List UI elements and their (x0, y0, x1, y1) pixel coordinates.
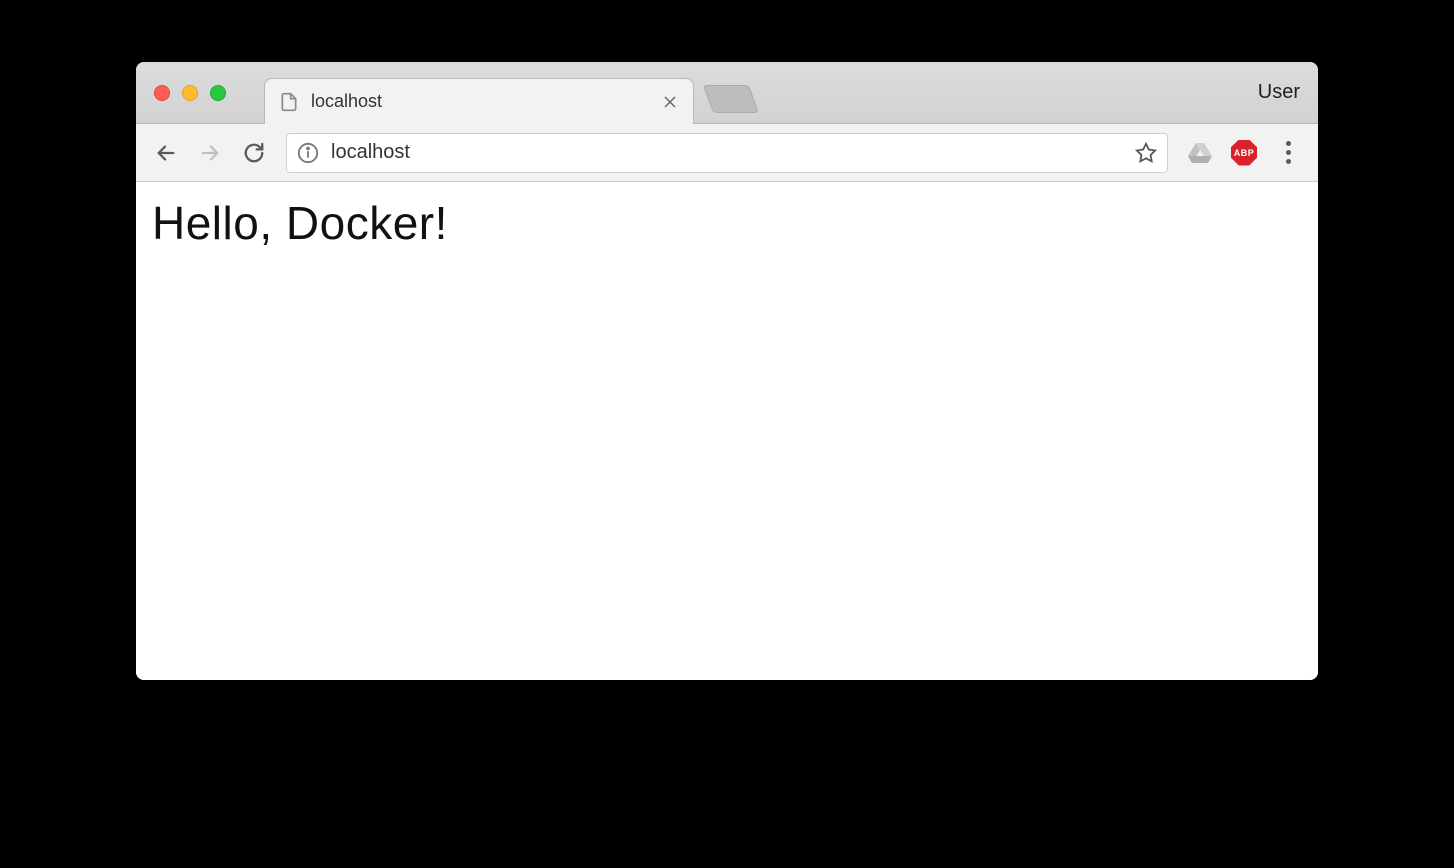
adblock-plus-extension-icon[interactable]: ABP (1230, 139, 1258, 167)
tab-bar: localhost User (136, 62, 1318, 124)
close-window-button[interactable] (154, 85, 170, 101)
google-drive-extension-icon[interactable] (1186, 139, 1214, 167)
page-content: Hello, Docker! (136, 182, 1318, 680)
address-bar[interactable] (286, 133, 1168, 173)
window-controls (136, 85, 226, 101)
profile-button[interactable]: User (1258, 81, 1300, 104)
close-tab-button[interactable] (661, 93, 679, 111)
page-heading: Hello, Docker! (152, 196, 1302, 250)
browser-tab[interactable]: localhost (264, 78, 694, 124)
site-info-icon[interactable] (297, 142, 319, 164)
new-tab-button[interactable] (703, 85, 759, 113)
toolbar: ABP (136, 124, 1318, 182)
bookmark-star-icon[interactable] (1135, 142, 1157, 164)
abp-badge-label: ABP (1231, 140, 1257, 166)
forward-button[interactable] (192, 135, 228, 171)
maximize-window-button[interactable] (210, 85, 226, 101)
reload-button[interactable] (236, 135, 272, 171)
browser-menu-button[interactable] (1270, 135, 1306, 171)
url-input[interactable] (331, 141, 1135, 164)
tab-title: localhost (311, 91, 661, 112)
browser-window: localhost User (136, 62, 1318, 680)
page-favicon-icon (279, 92, 299, 112)
back-button[interactable] (148, 135, 184, 171)
vertical-dots-icon (1278, 141, 1299, 164)
minimize-window-button[interactable] (182, 85, 198, 101)
